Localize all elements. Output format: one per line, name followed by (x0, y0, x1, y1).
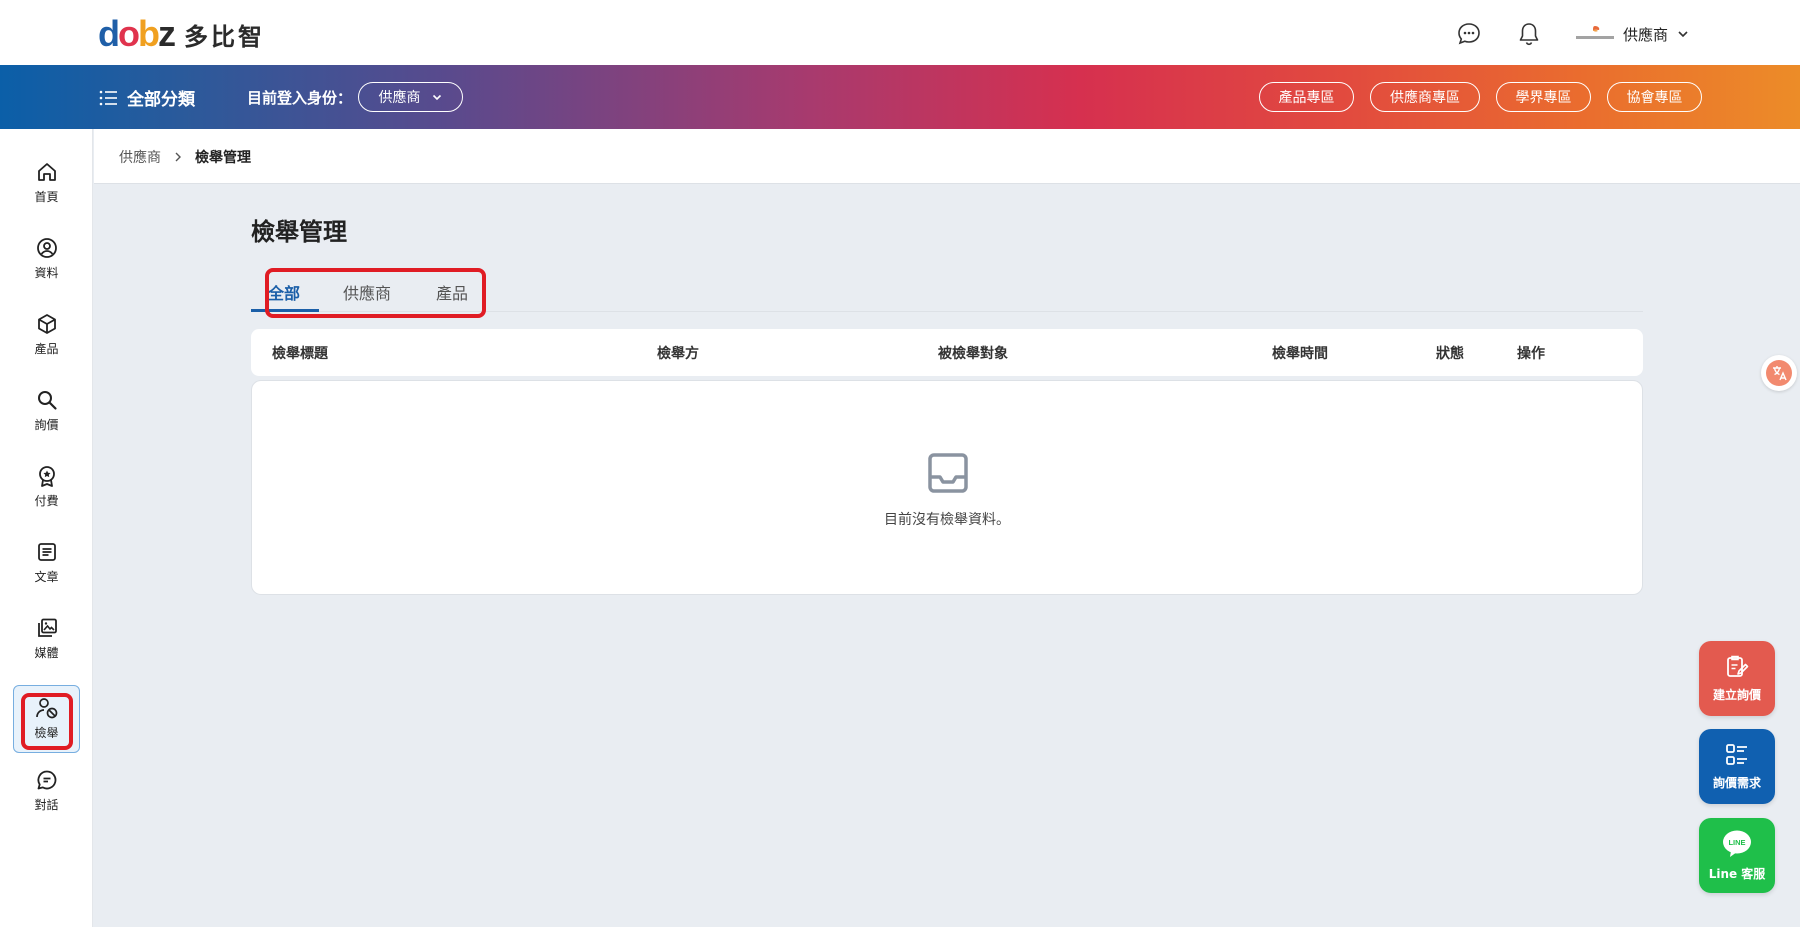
sidebar-item-home[interactable]: 首頁 (13, 149, 80, 217)
user-menu[interactable]: 供應商 (1575, 20, 1690, 48)
sidebar-item-profile[interactable]: 資料 (13, 225, 80, 293)
sidebar-item-label: 媒體 (34, 646, 59, 660)
role-value: 供應商 (378, 90, 421, 106)
role-select[interactable]: 供應商 (358, 82, 463, 112)
sidebar-item-label: 首頁 (34, 190, 59, 204)
top-header: dobz 多比智 供應商 (0, 0, 1800, 65)
column-header: 檢舉方 (657, 346, 699, 362)
column-header: 狀態 (1436, 346, 1464, 362)
sidebar-item-label: 產品 (34, 342, 59, 356)
line-support-button[interactable]: LINE Line 客服 (1699, 818, 1775, 893)
login-as-label: 目前登入身份： (247, 89, 353, 107)
inbox-icon (928, 453, 968, 493)
breadcrumb-parent[interactable]: 供應商 (119, 147, 161, 167)
brand-logo[interactable]: dobz 多比智 (98, 16, 265, 52)
menu-list-icon (99, 90, 117, 105)
fab-label: 詢價需求 (1712, 776, 1761, 790)
sidebar-item-payment[interactable]: 付費 (13, 453, 80, 521)
user-name: 供應商 (1623, 25, 1669, 44)
sidebar-item-label: 付費 (34, 494, 59, 508)
table-body-empty: 目前沒有檢舉資料。 (251, 380, 1643, 595)
sidebar-item-products[interactable]: 產品 (13, 301, 80, 369)
tab-bar: 全部 供應商 產品 (251, 272, 1643, 312)
box-icon (37, 314, 56, 334)
message-icon (37, 770, 56, 790)
sidebar-item-chat[interactable]: 對話 (13, 757, 80, 825)
translate-icon (1766, 360, 1792, 386)
sidebar-item-label: 對話 (34, 798, 59, 812)
create-inquiry-button[interactable]: 建立詢價 (1699, 641, 1775, 716)
sidebar-item-inquiry[interactable]: 詢價 (13, 377, 80, 445)
sidebar-item-label: 資料 (34, 266, 59, 280)
table-header: 檢舉標題 檢舉方 被檢舉對象 檢舉時間 狀態 操作 (251, 329, 1643, 376)
media-icon (37, 618, 57, 637)
tab-products[interactable]: 產品 (436, 280, 468, 304)
column-header: 檢舉時間 (1272, 346, 1328, 362)
active-tab-indicator (251, 309, 319, 312)
chevron-right-icon (175, 152, 181, 162)
bell-icon[interactable] (1515, 20, 1543, 48)
tab-all[interactable]: 全部 (268, 280, 300, 304)
brand-name: 多比智 (184, 22, 265, 51)
list-icon (1726, 744, 1747, 765)
column-header: 操作 (1517, 346, 1545, 362)
sidebar-item-articles[interactable]: 文章 (13, 529, 80, 597)
all-categories-label: 全部分類 (127, 90, 195, 110)
sidebar-item-label: 文章 (34, 570, 59, 584)
badge-icon (38, 466, 55, 487)
page-title: 檢舉管理 (251, 218, 347, 246)
line-icon: LINE (1723, 830, 1751, 857)
tab-suppliers[interactable]: 供應商 (343, 280, 391, 304)
all-categories-button[interactable]: 全部分類 (99, 85, 195, 110)
home-icon (37, 163, 56, 181)
sidebar-item-media[interactable]: 媒體 (13, 605, 80, 673)
translate-button[interactable] (1761, 355, 1797, 391)
empty-state-text: 目前沒有檢舉資料。 (884, 512, 1010, 528)
report-user-icon (35, 698, 57, 719)
chat-icon[interactable] (1455, 20, 1483, 48)
pill-suppliers-zone[interactable]: 供應商專區 (1370, 82, 1480, 112)
breadcrumb-current: 檢舉管理 (195, 150, 251, 166)
breadcrumb: 供應商 檢舉管理 (119, 147, 251, 167)
chevron-down-icon (1678, 31, 1688, 38)
edit-note-icon (1727, 655, 1749, 677)
pill-products-zone[interactable]: 產品專區 (1259, 82, 1354, 112)
chevron-down-icon (432, 94, 441, 101)
fab-label: 建立詢價 (1712, 688, 1761, 702)
pill-academia-zone[interactable]: 學界專區 (1496, 82, 1591, 112)
article-icon (37, 543, 56, 561)
sidebar-item-label: 詢價 (34, 418, 59, 432)
search-icon (37, 391, 57, 410)
svg-text:LINE: LINE (1728, 838, 1745, 847)
column-header: 檢舉標題 (272, 346, 328, 362)
sidebar: 首頁 資料 產品 詢價 付費 文章 媒體 檢舉 對話 (0, 129, 93, 927)
company-logo-icon (1575, 24, 1615, 44)
breadcrumb-bar: 供應商 檢舉管理 (94, 129, 1800, 184)
logo-mark: dobz (98, 13, 176, 54)
profile-icon (36, 238, 57, 258)
column-header: 被檢舉對象 (938, 346, 1008, 362)
fab-label: Line 客服 (1708, 867, 1766, 881)
pill-association-zone[interactable]: 協會專區 (1607, 82, 1702, 112)
sidebar-item-label: 檢舉 (34, 726, 59, 740)
sidebar-item-report[interactable]: 檢舉 (13, 685, 80, 753)
category-nav-bar: 全部分類 目前登入身份： 供應商 產品專區 供應商專區 學界專區 協會專區 (0, 65, 1800, 129)
inquiry-requests-button[interactable]: 詢價需求 (1699, 729, 1775, 804)
